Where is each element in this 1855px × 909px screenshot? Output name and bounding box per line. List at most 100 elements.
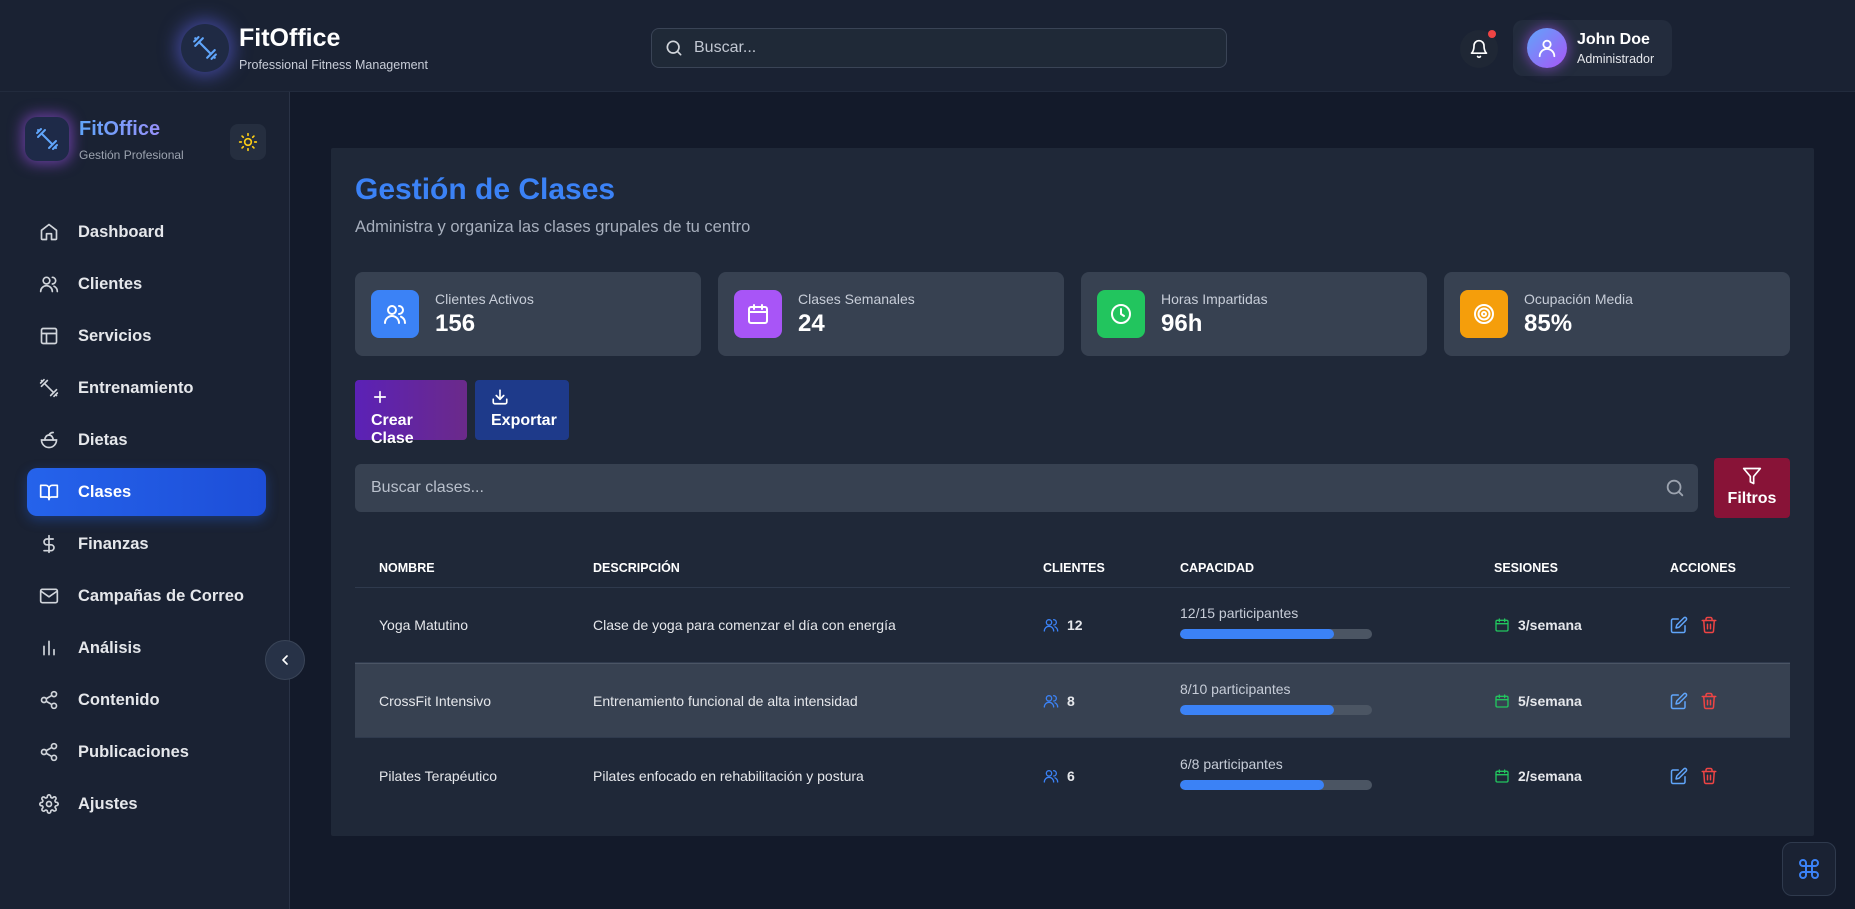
sidebar-item-servicios[interactable]: Servicios <box>27 312 266 360</box>
stat-label: Clientes Activos <box>435 290 534 307</box>
sidebar-item-label: Clases <box>78 482 132 501</box>
table-header: NOMBRE DESCRIPCIÓN CLIENTES CAPACIDAD SE… <box>355 548 1790 588</box>
client-count: 6 <box>1067 767 1075 784</box>
trash-icon[interactable] <box>1700 616 1718 634</box>
dumbbell-icon <box>25 117 69 161</box>
sidebar-item-label: Campañas de Correo <box>78 586 244 605</box>
sidebar-item-finanzas[interactable]: Finanzas <box>27 520 266 568</box>
header-brand[interactable]: FitOffice Professional Fitness Managemen… <box>181 24 428 72</box>
book-open-icon <box>39 482 59 502</box>
column-header-clientes[interactable]: CLIENTES <box>1019 561 1156 575</box>
clock-icon <box>1097 290 1145 338</box>
table-row[interactable]: CrossFit Intensivo Entrenamiento funcion… <box>355 663 1790 738</box>
class-name: Yoga Matutino <box>379 617 468 633</box>
dollar-icon <box>39 534 59 554</box>
capacity-text: 8/10 participantes <box>1180 680 1291 697</box>
column-header-nombre[interactable]: NOMBRE <box>355 561 569 575</box>
sidebar-item-label: Ajustes <box>78 794 138 813</box>
stats-row: Clientes Activos 156 Clases Semanales 24… <box>355 272 1790 356</box>
stat-card-horas-impartidas: Horas Impartidas 96h <box>1081 272 1427 356</box>
stat-value: 96h <box>1161 309 1203 337</box>
sidebar-item-label: Contenido <box>78 690 160 709</box>
bar-chart-icon <box>39 638 59 658</box>
sidebar-brand-title: FitOffice <box>79 117 184 141</box>
sidebar-item-label: Análisis <box>78 638 142 657</box>
table-row[interactable]: Yoga Matutino Clase de yoga para comenza… <box>355 588 1790 663</box>
capacity-bar-fill <box>1180 704 1334 715</box>
export-button[interactable]: Exportar <box>475 380 569 440</box>
column-header-descripcion[interactable]: DESCRIPCIÓN <box>569 561 1019 575</box>
stat-label: Clases Semanales <box>798 290 915 307</box>
salad-icon <box>39 430 59 450</box>
sessions-text: 3/semana <box>1518 617 1582 633</box>
sidebar-item-label: Servicios <box>78 326 152 345</box>
sidebar-brand[interactable]: FitOffice Gestión Profesional <box>25 117 184 162</box>
sidebar-item-clientes[interactable]: Clientes <box>27 260 266 308</box>
edit-icon[interactable] <box>1670 616 1688 634</box>
user-name: John Doe <box>1577 30 1650 48</box>
users-icon <box>1043 617 1059 633</box>
capacity-bar <box>1180 704 1372 715</box>
sidebar-item-dietas[interactable]: Dietas <box>27 416 266 464</box>
home-icon <box>39 222 59 242</box>
stat-value: 156 <box>435 309 476 337</box>
sidebar-item-publicaciones[interactable]: Publicaciones <box>27 728 266 776</box>
share-icon <box>39 690 59 710</box>
sidebar-item-dashboard[interactable]: Dashboard <box>27 208 266 256</box>
column-header-capacidad[interactable]: CAPACIDAD <box>1156 561 1470 575</box>
export-label: Exportar <box>491 412 557 429</box>
create-class-button[interactable]: Crear Clase <box>355 380 467 447</box>
collapse-sidebar-button[interactable] <box>265 640 305 680</box>
class-search <box>355 464 1698 512</box>
command-icon <box>1797 857 1821 881</box>
filter-icon <box>1714 466 1790 486</box>
sidebar-nav: Dashboard Clientes Servicios Entrenamien… <box>27 208 266 832</box>
sidebar-item-ajustes[interactable]: Ajustes <box>27 780 266 828</box>
sidebar-item-entrenamiento[interactable]: Entrenamiento <box>27 364 266 412</box>
sidebar-item-campanas-correo[interactable]: Campañas de Correo <box>27 572 266 620</box>
sidebar-brand-subtitle: Gestión Profesional <box>79 148 184 162</box>
column-header-sesiones[interactable]: SESIONES <box>1470 561 1646 575</box>
create-class-label: Crear Clase <box>371 412 414 447</box>
stat-card-ocupacion-media: Ocupación Media 85% <box>1444 272 1790 356</box>
sessions-text: 5/semana <box>1518 692 1582 709</box>
edit-icon[interactable] <box>1670 767 1688 785</box>
class-description: Pilates enfocado en rehabilitación y pos… <box>593 767 864 784</box>
sidebar-item-contenido[interactable]: Contenido <box>27 676 266 724</box>
target-icon <box>1460 290 1508 338</box>
theme-toggle-button[interactable] <box>230 124 266 160</box>
filters-button[interactable]: Filtros <box>1714 458 1790 518</box>
dumbbell-icon <box>181 24 229 72</box>
class-name: CrossFit Intensivo <box>379 692 492 709</box>
client-count: 8 <box>1067 692 1075 709</box>
chevron-left-icon <box>277 652 293 668</box>
page-title: Gestión de Clases <box>355 173 616 206</box>
client-count: 12 <box>1067 617 1083 633</box>
top-header: FitOffice Professional Fitness Managemen… <box>0 0 1855 92</box>
stat-value: 85% <box>1524 309 1573 337</box>
sidebar-item-label: Entrenamiento <box>78 378 194 397</box>
command-palette-button[interactable] <box>1782 842 1836 896</box>
mail-icon <box>39 586 59 606</box>
trash-icon[interactable] <box>1700 767 1718 785</box>
capacity-text: 12/15 participantes <box>1180 605 1299 621</box>
edit-icon[interactable] <box>1670 692 1688 710</box>
users-icon <box>1043 693 1059 709</box>
sidebar-item-label: Dashboard <box>78 222 165 241</box>
calendar-icon <box>1494 617 1510 633</box>
table-row[interactable]: Pilates Terapéutico Pilates enfocado en … <box>355 738 1790 813</box>
stat-value: 24 <box>798 309 825 337</box>
user-icon <box>1538 39 1556 58</box>
user-menu[interactable]: John Doe Administrador <box>1513 20 1672 76</box>
sidebar-item-clases[interactable]: Clases <box>27 468 266 516</box>
bell-icon <box>1469 39 1489 59</box>
global-search-input[interactable] <box>694 39 1194 57</box>
settings-icon <box>39 794 59 814</box>
trash-icon[interactable] <box>1700 692 1718 710</box>
sun-icon <box>238 132 258 152</box>
capacity-bar-fill <box>1180 629 1334 639</box>
search-icon[interactable] <box>1664 477 1686 499</box>
stat-label: Horas Impartidas <box>1161 290 1268 307</box>
class-search-input[interactable] <box>371 479 1664 497</box>
sidebar-item-analisis[interactable]: Análisis <box>27 624 266 672</box>
